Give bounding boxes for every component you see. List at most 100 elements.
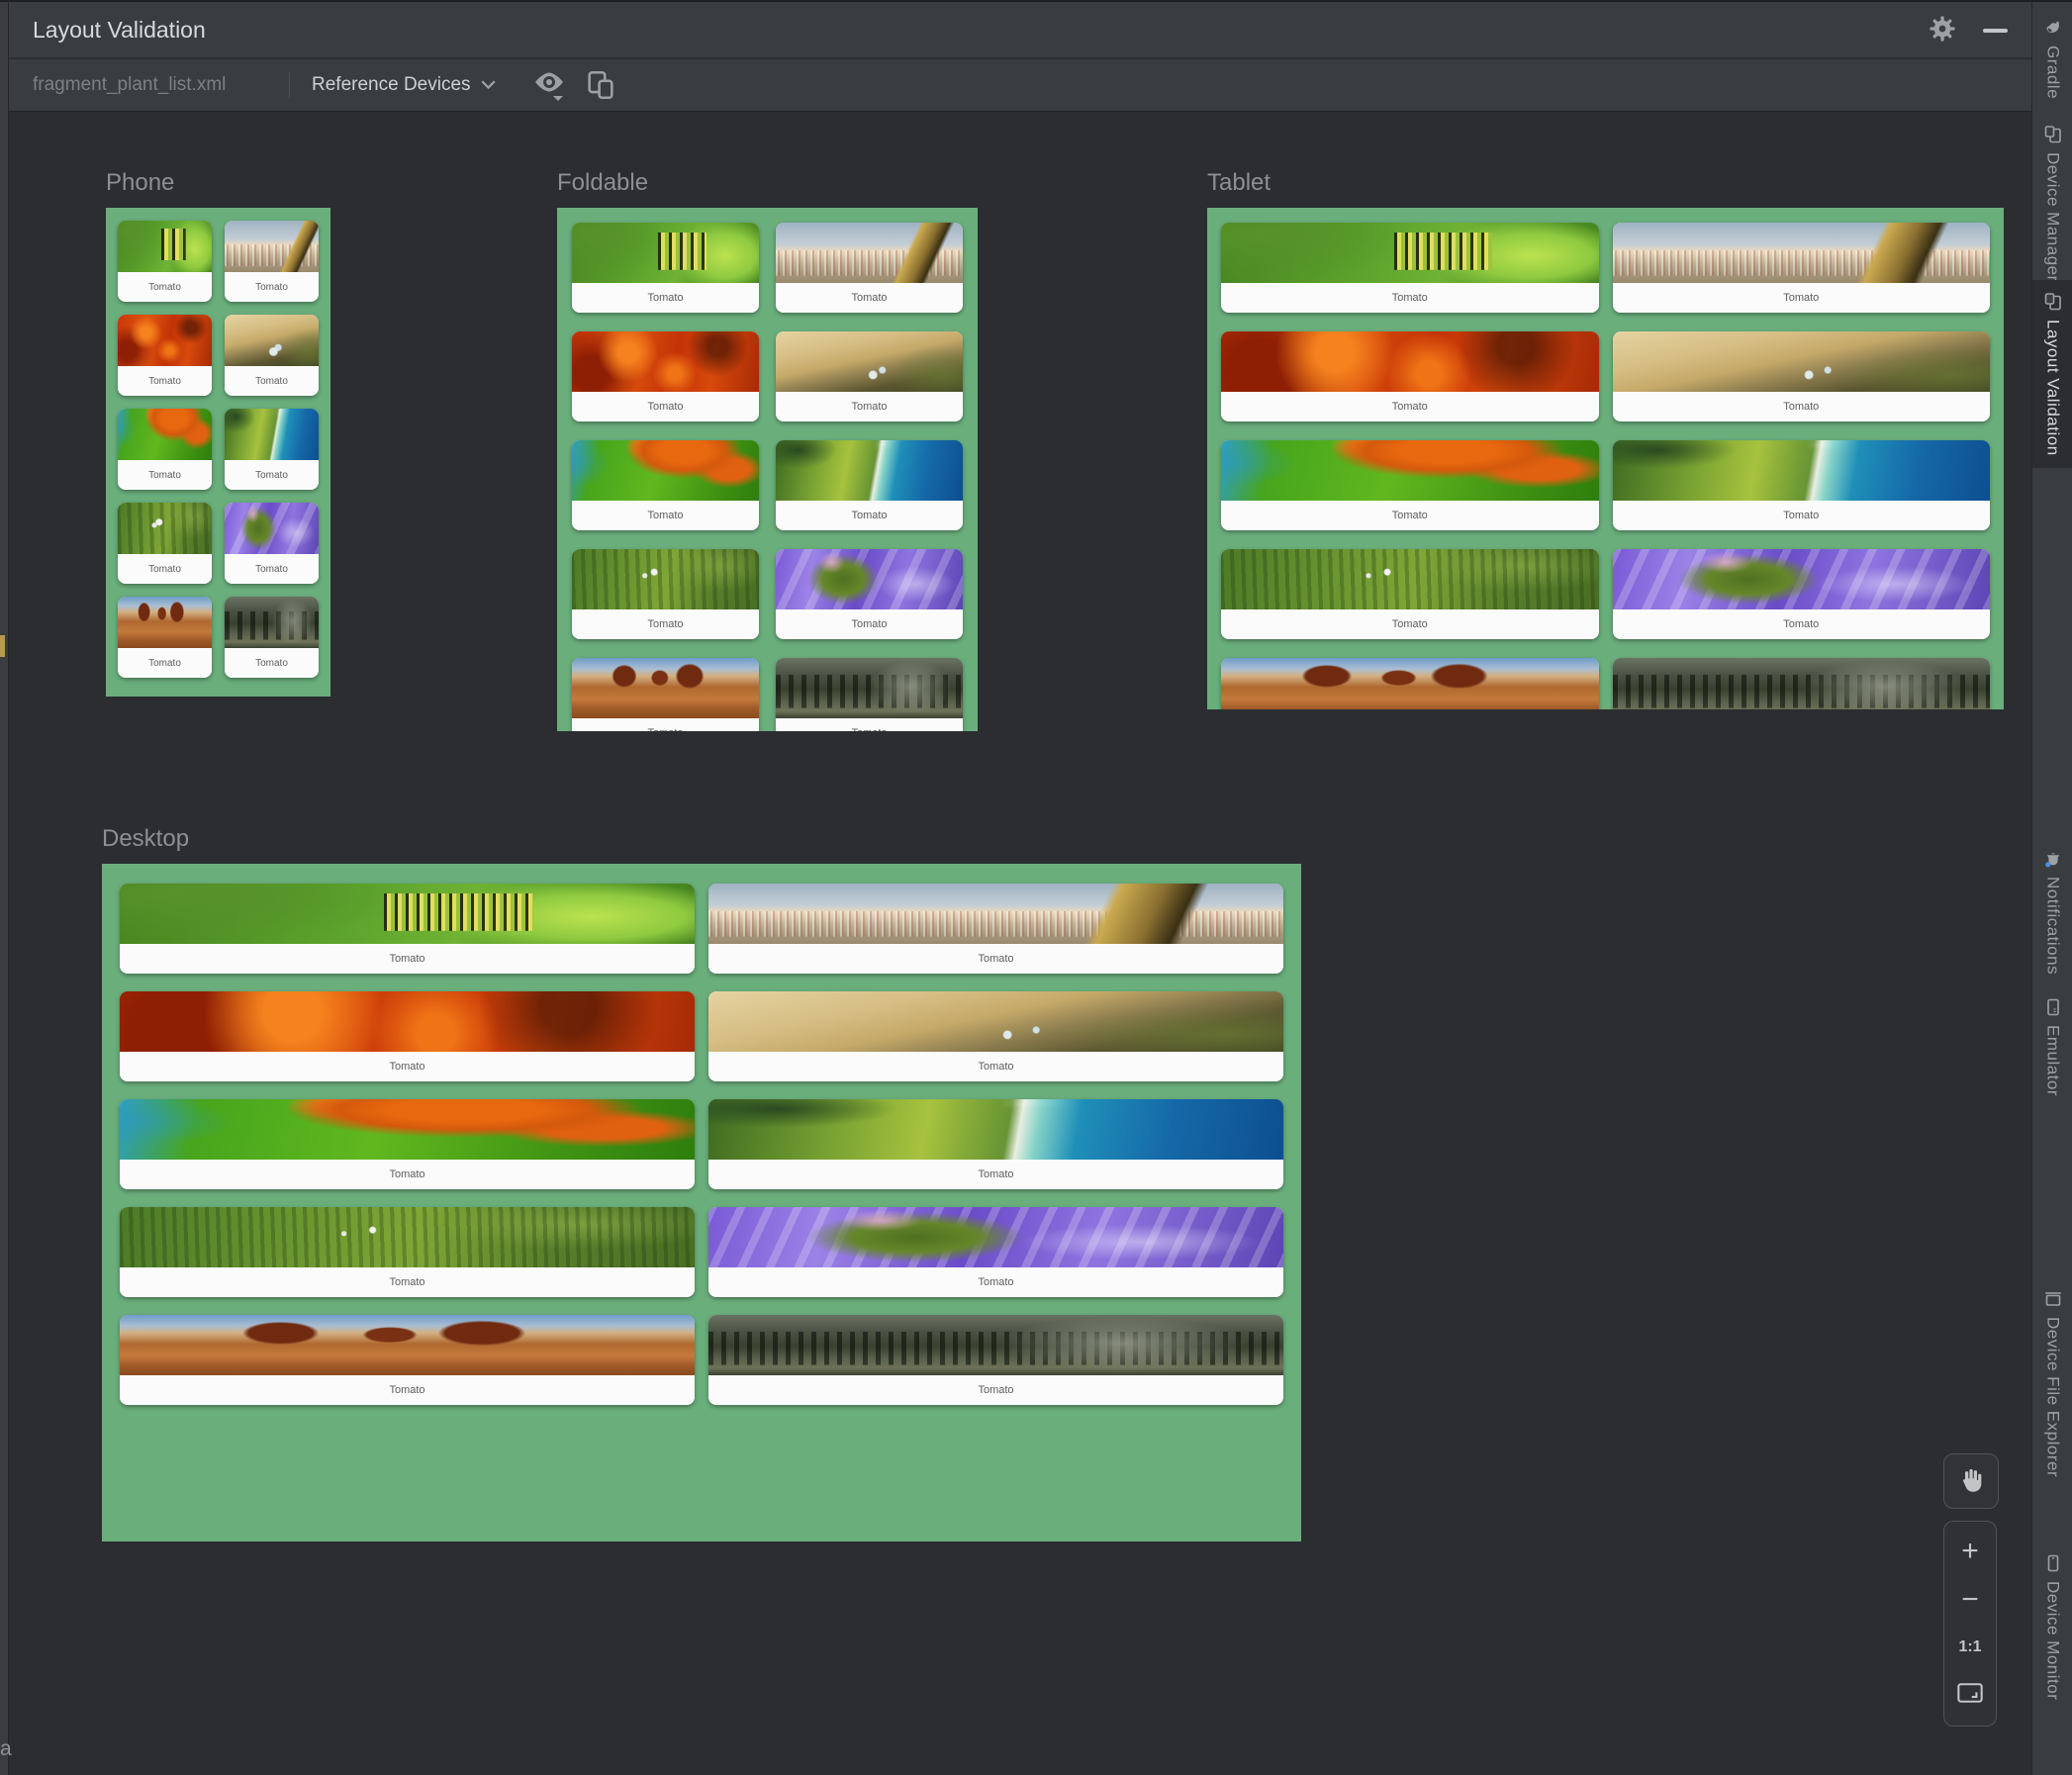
preview-phone: Phone Tomato Tomato Tomato Tomato Tomato Tomat… — [106, 169, 330, 697]
zoom-out-button[interactable]: − — [1944, 1580, 1996, 1620]
telescope-image — [776, 223, 963, 283]
device-screen-foldable[interactable]: Tomato Tomato Tomato Tomato Tomato Tomato Toma… — [557, 208, 978, 731]
plant-card: Tomato — [1612, 223, 1990, 313]
pan-button[interactable] — [1943, 1453, 1999, 1509]
plant-card: Tomato — [118, 409, 212, 490]
plant-card: Tomato — [118, 315, 212, 396]
plant-name-label: Tomato — [708, 1375, 1283, 1405]
gear-icon — [1929, 15, 1956, 47]
plant-card: Tomato — [1221, 440, 1599, 530]
sidebar-tab-emulator[interactable]: Emulator — [2032, 997, 2072, 1096]
fit-screen-icon — [1956, 1680, 1984, 1711]
plant-card: Tomato — [120, 991, 695, 1081]
fit-screen-button[interactable] — [1944, 1676, 1996, 1716]
plant-name-label: Tomato — [776, 609, 963, 639]
plant-card: Tomato — [120, 884, 695, 974]
sidebar-tab-device-manager[interactable]: Device Manager — [2032, 125, 2072, 282]
maple-on-green-image — [118, 409, 212, 460]
file-tab[interactable]: fragment_plant_list.xml — [33, 59, 226, 111]
plant-name-label: Tomato — [120, 1267, 695, 1297]
plant-card: Tomato — [708, 884, 1283, 974]
plant-card: Tomato — [225, 597, 319, 678]
caterpillar-image — [120, 884, 695, 944]
phone-icon — [2043, 1553, 2063, 1573]
plant-card: Tomato — [572, 658, 759, 731]
coastline-image — [776, 440, 963, 501]
visibility-button[interactable] — [529, 68, 573, 106]
plant-name-label: Tomato — [1221, 501, 1599, 530]
plant-card: Tomato — [776, 440, 963, 530]
plant-name-label: Tomato — [225, 648, 319, 678]
coastline-image — [1612, 440, 1990, 501]
plant-name-label: Tomato — [118, 460, 212, 490]
sidebar-tab-device-monitor[interactable]: Device Monitor — [2032, 1553, 2072, 1700]
copy-button[interactable] — [581, 70, 620, 104]
tool-window-title: Layout Validation — [33, 17, 206, 43]
reference-devices-dropdown[interactable]: Reference Devices — [312, 59, 496, 111]
farm-aerial-image — [118, 503, 212, 554]
plant-card: Tomato — [776, 223, 963, 313]
preview-title-foldable: Foldable — [557, 169, 649, 196]
plant-card: Tomato — [572, 223, 759, 313]
plant-name-label: Tomato — [1612, 609, 1990, 639]
red-maple-image — [572, 331, 759, 392]
plant-name-label: Tomato — [118, 648, 212, 678]
plant-name-label: Tomato — [120, 1052, 695, 1081]
reference-devices-label: Reference Devices — [312, 74, 471, 95]
emulator-icon — [2043, 997, 2063, 1017]
plant-name-label: Tomato — [572, 392, 759, 421]
plant-name-label: Tomato — [708, 1160, 1283, 1189]
plant-name-label: Tomato — [1612, 392, 1990, 421]
forest-image — [708, 1315, 1283, 1375]
preview-tablet: Tablet Tomato Tomato Tomato Tomato Tomato Toma… — [1207, 169, 2004, 709]
device-screen-tablet[interactable]: Tomato Tomato Tomato Tomato Tomato Tomato Toma… — [1207, 208, 2004, 709]
tool-window-titlebar: Layout Validation — [9, 2, 2031, 58]
preview-title-desktop: Desktop — [102, 825, 190, 852]
zoom-in-button[interactable]: + — [1944, 1532, 1996, 1571]
actual-size-label: 1:1 — [1958, 1638, 1982, 1656]
sidebar-tab-label: Device File Explorer — [2043, 1317, 2063, 1478]
plant-card: Tomato — [120, 1207, 695, 1297]
sidebar-tab-device-file-explorer[interactable]: Device File Explorer — [2032, 1289, 2072, 1477]
water-droplet-image — [776, 331, 963, 392]
plant-card: Tomato — [1221, 658, 1599, 709]
plant-name-label: Tomato — [225, 554, 319, 584]
plant-name-label: Tomato — [776, 283, 963, 313]
farm-aerial-image — [120, 1207, 695, 1267]
plant-card: Tomato — [118, 503, 212, 584]
desert-image — [1221, 658, 1599, 709]
sidebar-tab-notifications[interactable]: Notifications — [2032, 849, 2072, 975]
gradle-elephant-icon — [2043, 18, 2063, 38]
left-panel-edge — [0, 2, 9, 1775]
sidebar-tab-label: Device Monitor — [2043, 1581, 2063, 1701]
pan-hand-icon — [1956, 1464, 1986, 1499]
settings-button[interactable] — [1928, 15, 1957, 47]
sidebar-tab-layout-validation[interactable]: Layout Validation — [2032, 280, 2072, 468]
plant-name-label: Tomato — [708, 944, 1283, 974]
caterpillar-image — [572, 223, 759, 283]
forest-image — [1612, 658, 1990, 709]
plant-card: Tomato — [1221, 549, 1599, 639]
layout-validation-toolbar: fragment_plant_list.xml Reference Device… — [9, 59, 2031, 112]
plant-name-label: Tomato — [118, 366, 212, 396]
plant-card: Tomato — [1612, 440, 1990, 530]
device-screen-phone[interactable]: Tomato Tomato Tomato Tomato Tomato Tomato Toma… — [106, 208, 330, 697]
minimize-button[interactable] — [1980, 16, 2010, 46]
plant-card: Tomato — [225, 503, 319, 584]
plant-card: Tomato — [572, 331, 759, 421]
desert-image — [572, 658, 759, 718]
plant-card: Tomato — [572, 440, 759, 530]
right-tool-window-stripe: Gradle Device Manager Layout Validation Not… — [2031, 2, 2072, 1775]
sidebar-tab-gradle[interactable]: Gradle — [2032, 18, 2072, 99]
plant-card: Tomato — [225, 409, 319, 490]
plant-name-label: Tomato — [1612, 283, 1990, 313]
chevron-down-icon — [480, 74, 496, 96]
device-screen-desktop[interactable]: Tomato Tomato Tomato Tomato Tomato Tomato Toma… — [102, 864, 1301, 1541]
sidebar-tab-label: Gradle — [2043, 46, 2063, 100]
plant-name-label: Tomato — [225, 366, 319, 396]
plant-name-label: Tomato — [1221, 609, 1599, 639]
devices-icon — [2043, 125, 2063, 144]
actual-size-button[interactable]: 1:1 — [1944, 1628, 1996, 1667]
coastline-image — [708, 1099, 1283, 1160]
water-droplet-image — [1612, 331, 1990, 392]
